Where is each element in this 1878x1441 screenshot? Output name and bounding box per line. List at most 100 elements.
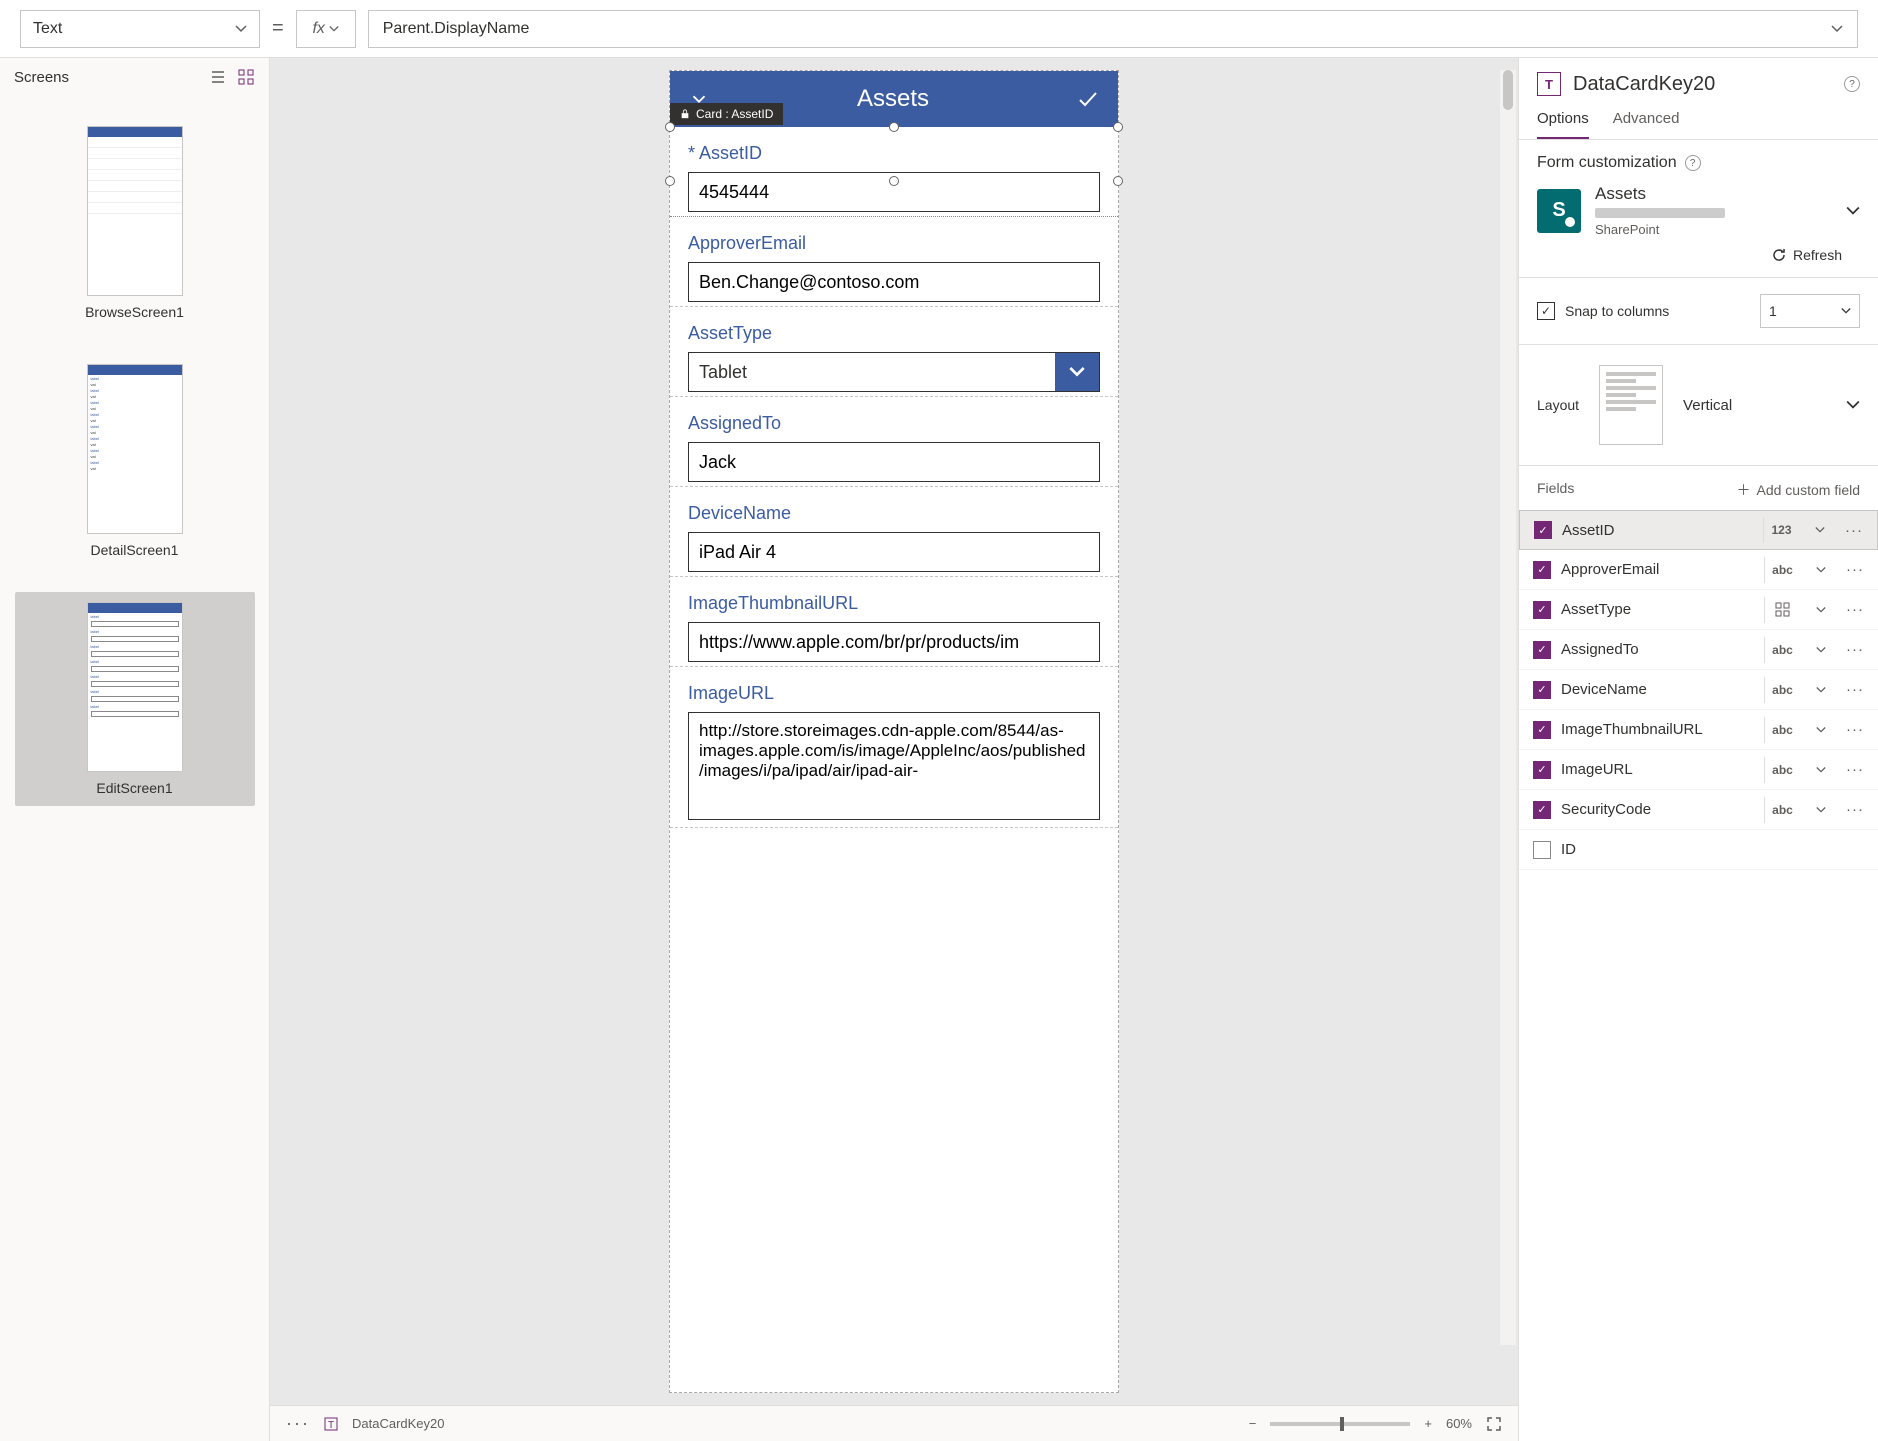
refresh-button[interactable]: Refresh [1537, 237, 1860, 263]
more-button[interactable]: ··· [286, 1413, 310, 1434]
chevron-down-icon[interactable] [1846, 204, 1860, 218]
field-name: SecurityCode [1561, 801, 1754, 818]
field-row[interactable]: ✓ImageThumbnailURLabc··· [1519, 710, 1878, 750]
more-icon[interactable]: ··· [1842, 601, 1868, 618]
screen-thumbnail[interactable]: labellabellabellabellabellabellabelEditS… [15, 592, 255, 806]
field-row[interactable]: ✓ AssetType ··· [1519, 590, 1878, 630]
field-type-icon[interactable]: abc [1764, 797, 1800, 823]
field-row[interactable]: ✓AssignedToabc··· [1519, 630, 1878, 670]
chevron-down-icon[interactable] [1810, 805, 1832, 815]
add-custom-field-button[interactable]: ＋ Add custom field [1737, 480, 1861, 500]
card-select[interactable]: Tablet [688, 352, 1100, 392]
grid-view-icon[interactable] [237, 68, 255, 86]
field-row[interactable]: ✓ID [1519, 830, 1878, 870]
card-label: ApproverEmail [688, 233, 1100, 254]
data-card[interactable]: ImageThumbnailURL [670, 577, 1118, 667]
more-icon[interactable]: ··· [1842, 721, 1868, 738]
layout-label: Layout [1537, 397, 1579, 413]
data-card[interactable]: AssignedTo [670, 397, 1118, 487]
field-row[interactable]: ✓ ApproverEmail abc ··· [1519, 550, 1878, 590]
zoom-slider[interactable] [1270, 1422, 1410, 1426]
field-checkbox[interactable]: ✓ [1534, 521, 1552, 539]
chevron-down-icon[interactable] [1055, 353, 1099, 391]
data-card[interactable]: ImageURL http://store.storeimages.cdn-app… [670, 667, 1118, 828]
snap-checkbox[interactable]: ✓ [1537, 302, 1555, 320]
chevron-down-icon[interactable] [1810, 565, 1832, 575]
chevron-down-icon[interactable] [1809, 525, 1831, 535]
data-card[interactable]: ApproverEmail [670, 217, 1118, 307]
card-input[interactable] [688, 622, 1100, 662]
screen-thumbnail[interactable]: labelvallabelvallabelvallabelvallabelval… [15, 354, 255, 568]
snap-columns-select[interactable]: 1 [1760, 294, 1860, 328]
data-card[interactable]: AssetTypeTablet [670, 307, 1118, 397]
field-type-icon[interactable] [1764, 597, 1800, 623]
data-card[interactable]: DeviceName [670, 487, 1118, 577]
fit-screen-icon[interactable] [1486, 1416, 1502, 1432]
more-icon[interactable]: ··· [1841, 522, 1867, 539]
chevron-down-icon[interactable] [1810, 685, 1832, 695]
card-input[interactable] [688, 262, 1100, 302]
field-row[interactable]: ✓DeviceNameabc··· [1519, 670, 1878, 710]
more-icon[interactable]: ··· [1842, 561, 1868, 578]
more-icon[interactable]: ··· [1842, 641, 1868, 658]
formula-input[interactable]: Parent.DisplayName [368, 10, 1858, 48]
tab-advanced[interactable]: Advanced [1613, 104, 1680, 139]
screen-thumbnail[interactable]: BrowseScreen1 [15, 116, 255, 330]
card-label: AssetID [688, 143, 1100, 164]
tab-options[interactable]: Options [1537, 104, 1589, 139]
help-icon[interactable]: ? [1685, 155, 1701, 171]
card-input[interactable] [688, 532, 1100, 572]
field-checkbox[interactable]: ✓ [1533, 641, 1551, 659]
field-name: ApproverEmail [1561, 561, 1754, 578]
formula-text: Parent.DisplayName [383, 20, 530, 38]
field-checkbox[interactable]: ✓ [1533, 801, 1551, 819]
zoom-out-button[interactable]: − [1249, 1416, 1257, 1431]
field-checkbox[interactable]: ✓ [1533, 721, 1551, 739]
chevron-down-icon[interactable] [1810, 645, 1832, 655]
more-icon[interactable]: ··· [1842, 681, 1868, 698]
field-checkbox[interactable]: ✓ [1533, 561, 1551, 579]
chevron-down-icon[interactable] [1810, 765, 1832, 775]
field-type-icon[interactable]: 123 [1763, 517, 1799, 543]
field-type-icon[interactable]: abc [1764, 757, 1800, 783]
field-checkbox[interactable]: ✓ [1533, 841, 1551, 859]
breadcrumb-icon: T [324, 1417, 338, 1431]
field-type-icon[interactable]: abc [1764, 717, 1800, 743]
fx-button[interactable]: fx [296, 10, 356, 48]
zoom-in-button[interactable]: + [1424, 1416, 1432, 1431]
field-checkbox[interactable]: ✓ [1533, 761, 1551, 779]
chevron-down-icon[interactable] [1810, 725, 1832, 735]
screen-name: DetailScreen1 [91, 542, 179, 558]
field-type-icon[interactable]: abc [1764, 557, 1800, 583]
canvas-scrollbar[interactable] [1500, 70, 1516, 1345]
chevron-down-icon [1846, 398, 1860, 412]
field-type-icon[interactable]: abc [1764, 677, 1800, 703]
field-row[interactable]: ✓ SecurityCode abc ··· [1519, 790, 1878, 830]
field-name: AssetType [1561, 601, 1754, 618]
form-title: Assets [857, 85, 929, 113]
card-label: ImageURL [688, 683, 1100, 704]
datasource-name: Assets [1595, 184, 1832, 204]
device-preview[interactable]: Assets Card : AssetID AssetIDApproverEma… [669, 70, 1119, 1393]
snap-label: Snap to columns [1565, 303, 1669, 319]
help-icon[interactable]: ? [1844, 76, 1860, 92]
card-input[interactable] [688, 442, 1100, 482]
submit-icon[interactable] [1076, 87, 1100, 111]
property-dropdown[interactable]: Text [20, 10, 260, 48]
more-icon[interactable]: ··· [1842, 761, 1868, 778]
add-custom-label: Add custom field [1757, 482, 1861, 498]
card-input[interactable]: http://store.storeimages.cdn-apple.com/8… [688, 712, 1100, 820]
field-row[interactable]: ✓ImageURLabc··· [1519, 750, 1878, 790]
formula-bar: Text = fx Parent.DisplayName [0, 0, 1878, 58]
properties-panel: T DataCardKey20 ? Options Advanced Form … [1518, 58, 1878, 1441]
field-checkbox[interactable]: ✓ [1533, 681, 1551, 699]
field-row[interactable]: ✓AssetID123··· [1519, 510, 1878, 550]
field-type-icon[interactable]: abc [1764, 637, 1800, 663]
equals-label: = [272, 17, 284, 40]
field-checkbox[interactable]: ✓ [1533, 601, 1551, 619]
layout-select[interactable]: Vertical [1683, 397, 1860, 414]
list-view-icon[interactable] [209, 68, 227, 86]
data-card[interactable]: AssetID [670, 127, 1118, 217]
chevron-down-icon[interactable] [1810, 605, 1832, 615]
more-icon[interactable]: ··· [1842, 801, 1868, 818]
